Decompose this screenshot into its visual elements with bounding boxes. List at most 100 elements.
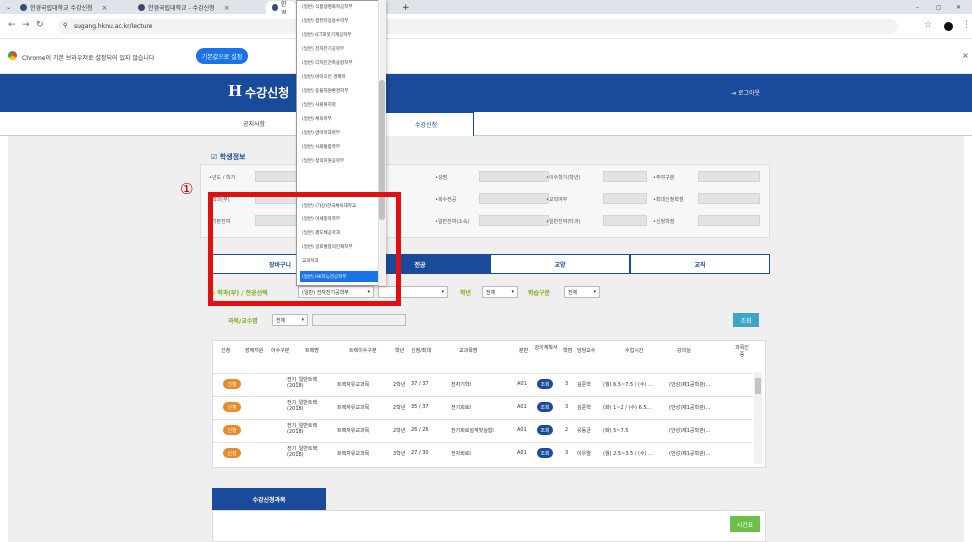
browser-tab-2[interactable]: 한경국립대학교 - 수강신청 × [132,1,264,14]
close-window-button[interactable]: ✕ [950,1,966,14]
year-select[interactable]: 전체 ▾ [482,286,518,298]
browser-tab-1[interactable]: 한경국립대학교 수강신청 × [14,1,132,14]
tab-favicon-icon [138,4,145,11]
tab-title: 한경국립대학교 - 수강신청 [148,5,215,12]
table-scrollbar-thumb[interactable] [755,378,761,394]
new-tab-button[interactable]: + [396,1,410,14]
url-field[interactable]: ⚲ sugang.hknu.ac.kr/lecture [58,19,898,34]
tab-close-icon[interactable]: × [102,4,108,12]
dropdown-option[interactable]: (일반) 창의지원공학부 [300,155,380,166]
apply-button[interactable]: 신청 [223,402,241,412]
syllabus-button[interactable]: 조회 [537,425,553,435]
cell-section: A01 [517,427,527,433]
cell-year: 2학년 [393,405,406,411]
university-logo[interactable]: H [228,82,242,100]
cell-time: (화) 1~2 / (수) 6.5... [603,405,652,411]
dropdown-option[interactable]: (일반) 체육학부 [300,113,380,124]
minimize-button[interactable]: – [910,1,924,14]
tab-title: 한경국립대학교 수강신청 [30,5,93,12]
bookmark-star-icon[interactable]: ☆ [924,20,932,30]
site-title: 수강신청 [245,86,290,100]
prof-select[interactable]: 전체 ▾ [272,314,308,326]
maximize-button[interactable]: ▢ [930,1,944,14]
field-value-name [479,171,549,182]
table-header: 과목인증 [735,345,749,358]
dropdown-option[interactable]: (일반) 식품생명화학공학부 [300,1,380,12]
dropdown-option[interactable]: (일반) 사회복지학 [300,99,380,110]
address-bar-row: ← → ↻ ⚲ sugang.hknu.ac.kr/lecture ☆ ⋮ [0,14,972,39]
cell-track-type: 트랙자유교과목 [337,451,370,457]
menu-kebab-icon[interactable]: ⋮ [962,20,971,30]
site-nav: 공지사항 수강신청 [0,112,972,136]
back-arrow-icon[interactable]: ← [8,20,16,30]
field-label-applied-credits: •신청학점 [653,219,675,225]
cell-track: 전기_일반트랙(2018) [287,446,318,458]
cell-track-type: 트랙자유교과목 [337,405,370,411]
dropdown-option[interactable]: (일반) 전자전기공학부 [300,43,380,54]
field-label-double-major: •복수전공 [435,197,457,203]
cell-quota: 27 / 30 [411,450,429,456]
nav-register[interactable]: 수강신청 [378,112,474,136]
apply-button[interactable]: 신청 [223,379,241,389]
table-header: 학년 [395,348,405,354]
cell-section: A01 [517,450,527,456]
default-browser-infobar: Chrome이 기본 브라우저로 설정되어 있지 않습니다 기본값으로 설정 × [0,40,972,74]
field-value-semester [603,171,647,182]
cell-course: 전기회로설계및실험I [451,428,494,434]
annotation-highlight-box [208,192,401,306]
timetable-button[interactable]: 시간표 [730,516,760,532]
infobar-close-icon[interactable]: × [962,51,969,60]
cell-room: (안성)제1공학관(... [669,451,711,457]
dropdown-option[interactable] [300,169,380,180]
registered-courses-title: 수강신청과목 [212,488,326,510]
prof-search-input[interactable] [312,314,406,326]
logout-link[interactable]: ⇥ 로그아웃 [731,88,760,97]
syllabus-button[interactable]: 조회 [537,402,553,412]
table-row: 신청 전기_일반트랙(2018) 트랙자유교과목 2학년 26 / 26 전기회… [213,419,753,440]
field-label-name: •성명 [435,175,448,181]
site-info-icon[interactable]: ⚲ [63,22,67,29]
syllabus-button[interactable]: 조회 [537,448,553,458]
cell-professor: 김준혁 [577,382,591,388]
dropdown-option[interactable]: (일반) 컴퓨터응용수학부 [300,15,380,26]
type-select[interactable]: 전체 ▾ [564,286,600,298]
cell-course: 전자회로I [451,451,471,457]
table-row: 신청 전기_일반트랙(2018) 트랙자유교과목 3학년 27 / 30 전자회… [213,442,753,463]
set-default-button[interactable]: 기본값으로 설정 [196,48,248,64]
apply-button[interactable]: 신청 [223,425,241,435]
course-table: 신청 장애지원 이수구분 트랙명 트랙이수구분 학년 신청/최대 교과목명 분반… [212,340,766,468]
browser-tab-3[interactable]: 한경 [266,1,296,17]
cell-time: (월) 6.5~7.5 / (수) ... [603,382,653,388]
field-value-teaching [603,193,647,204]
table-header: 강의실 [677,348,691,354]
cell-year: 2학년 [393,382,406,388]
registered-courses-panel [212,510,766,542]
table-header: 담당교수 [577,348,596,354]
field-label-semester: •이수학기(학년) [546,175,581,181]
tab-favicon-icon [272,4,278,11]
forward-arrow-icon[interactable]: → [22,20,30,30]
cell-track-type: 트랙자유교과목 [337,382,370,388]
prof-filter-label: 과목/교수명 [228,318,258,325]
dropdown-option[interactable]: (일반) 사회통합학부 [300,141,380,152]
dropdown-option[interactable]: (일반) 디자인건축융합학부 [300,57,380,68]
nav-notice[interactable]: 공지사항 [243,119,265,128]
tab-teaching[interactable]: 교직 [630,254,770,274]
cell-credit: 3 [565,381,569,387]
profile-avatar[interactable] [944,22,953,31]
cell-track: 전기_일반트랙(2018) [287,423,318,435]
dropdown-option[interactable]: (일반) 동물자원환경학부 [300,85,380,96]
dropdown-option[interactable]: (일반) 바이오인 경제학 [300,71,380,82]
dropdown-option[interactable]: (일반) ICT로봇기계공학부 [300,29,380,40]
reload-icon[interactable]: ↻ [36,20,44,30]
search-button[interactable]: 조회 [733,313,759,327]
tab-liberal-arts[interactable]: 교양 [490,254,630,274]
chevron-down-icon: ▾ [441,289,444,295]
tab-list-chevron-icon[interactable]: ⌄ [0,1,12,14]
field-label-general-other: •일반잔여(타과) [546,219,581,225]
syllabus-button[interactable]: 조회 [537,379,553,389]
dropdown-option[interactable]: (일반) 영어학과학부 [300,127,380,138]
table-header: 수업시간 [625,348,644,354]
tab-close-icon[interactable]: × [224,4,230,12]
apply-button[interactable]: 신청 [223,448,241,458]
